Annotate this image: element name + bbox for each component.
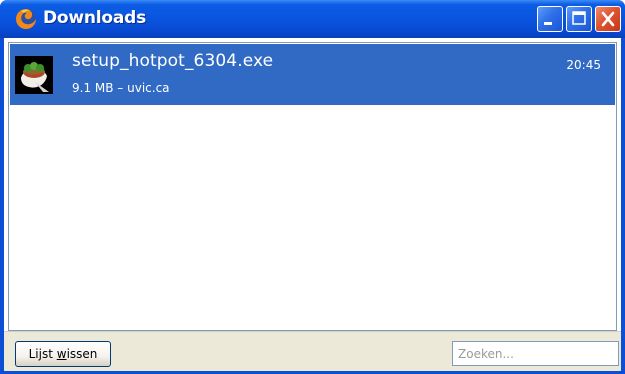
- search-input[interactable]: [452, 341, 619, 366]
- download-filename: setup_hotpot_6304.exe: [72, 51, 274, 71]
- clear-list-label-suffix: issen: [66, 347, 98, 361]
- clear-list-label-mnemonic: w: [56, 347, 67, 361]
- window-title: Downloads: [43, 8, 147, 28]
- minimize-button[interactable]: [537, 6, 563, 32]
- close-icon: [601, 11, 615, 27]
- maximize-icon: [572, 11, 586, 25]
- downloads-window: Downloads setup_hotpot_6304.exe 9.1 MB –…: [0, 0, 625, 374]
- maximize-button[interactable]: [566, 6, 592, 32]
- minimize-icon: [544, 22, 552, 25]
- download-time: 20:45: [566, 58, 601, 72]
- download-item[interactable]: setup_hotpot_6304.exe 9.1 MB – uvic.ca 2…: [10, 44, 615, 105]
- download-status: 9.1 MB – uvic.ca: [72, 81, 170, 95]
- firefox-icon: [15, 8, 37, 30]
- clear-list-label-prefix: Lijst: [28, 347, 57, 361]
- downloads-list[interactable]: setup_hotpot_6304.exe 9.1 MB – uvic.ca 2…: [8, 42, 617, 331]
- bottom-toolbar: Lijst wissen: [4, 331, 621, 371]
- window-client-area: setup_hotpot_6304.exe 9.1 MB – uvic.ca 2…: [4, 38, 621, 371]
- close-button[interactable]: [595, 6, 621, 32]
- title-bar[interactable]: Downloads: [0, 0, 625, 38]
- hotpotatoes-app-icon: [15, 56, 53, 94]
- clear-list-button[interactable]: Lijst wissen: [15, 341, 111, 367]
